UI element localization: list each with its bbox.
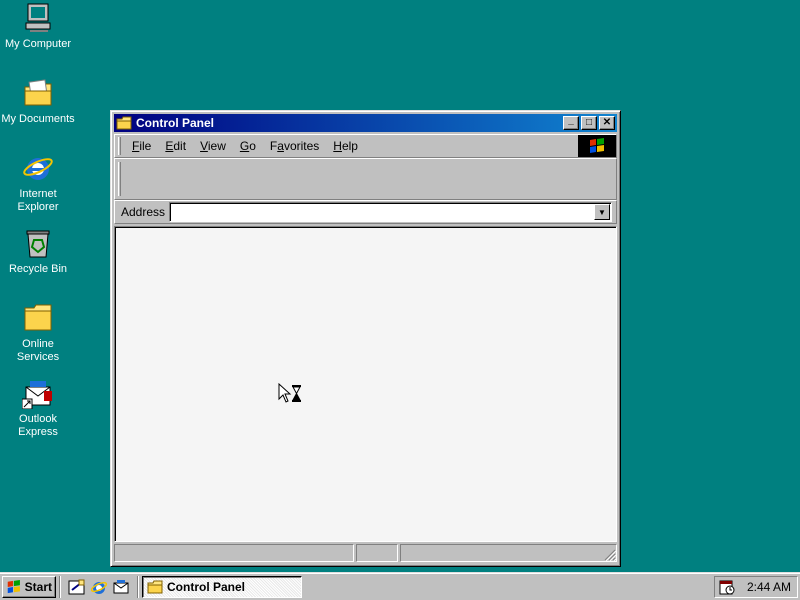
resize-grip-icon[interactable]: [604, 549, 616, 561]
menu-edit[interactable]: Edit: [158, 139, 193, 153]
start-button[interactable]: Start: [2, 575, 56, 598]
close-button[interactable]: ✕: [599, 116, 615, 130]
online-services-icon: [24, 304, 52, 331]
address-field[interactable]: ▼: [169, 202, 612, 222]
address-label: Address: [121, 205, 166, 219]
taskbar: Start Control Panel 2:44 AM: [0, 572, 800, 600]
recycle-bin-icon: [26, 230, 50, 258]
clock[interactable]: 2:44 AM: [747, 580, 791, 594]
status-cell-right: [400, 544, 617, 562]
internet-explorer-icon: [23, 158, 53, 180]
folder-icon: [147, 580, 163, 593]
windows-logo-icon: [578, 135, 616, 157]
title-bar[interactable]: Control Panel _ □ ✕: [114, 114, 617, 132]
desktop-icon-label: My Documents: [1, 113, 75, 125]
menu-file[interactable]: File: [125, 139, 158, 153]
start-label: Start: [24, 579, 52, 594]
close-icon: ✕: [602, 117, 612, 128]
system-tray: 2:44 AM: [714, 575, 798, 598]
desktop-icon-outlook-express[interactable]: Outlook Express: [0, 377, 76, 439]
scheduler-icon[interactable]: [719, 579, 735, 595]
desktop-icon-label: Online Services: [16, 338, 60, 363]
show-desktop-icon[interactable]: [68, 578, 86, 596]
folder-icon: [116, 116, 132, 130]
quick-launch: [68, 578, 130, 596]
desktop-icon-label: Outlook Express: [18, 413, 58, 438]
task-button-label: Control Panel: [167, 579, 246, 594]
address-input[interactable]: [171, 204, 594, 220]
desktop-icon-my-computer[interactable]: My Computer: [0, 2, 76, 51]
menu-grip[interactable]: [118, 137, 121, 155]
menu-favorites[interactable]: Favorites: [263, 139, 326, 153]
internet-explorer-icon[interactable]: [90, 578, 108, 596]
status-cell-middle: [356, 544, 398, 562]
desktop-icon-my-documents[interactable]: My Documents: [0, 77, 76, 126]
desktop-icon-label: My Computer: [4, 38, 72, 50]
desktop-icon-label: Internet Explorer: [17, 188, 59, 213]
menu-view[interactable]: View: [193, 139, 233, 153]
desktop-icon-internet-explorer[interactable]: Internet Explorer: [0, 152, 76, 214]
task-button-control-panel[interactable]: Control Panel: [142, 575, 302, 598]
toolbar-grip[interactable]: [118, 162, 121, 196]
desktop-icon-recycle-bin[interactable]: Recycle Bin: [0, 227, 76, 276]
menu-bar: File Edit View Go Favorites Help: [114, 134, 617, 158]
my-documents-icon: [24, 79, 52, 106]
busy-cursor-icon: [278, 383, 301, 403]
minimize-icon: _: [568, 115, 574, 126]
my-computer-icon: [25, 3, 51, 32]
window-title: Control Panel: [136, 116, 215, 130]
desktop-icon-online-services[interactable]: Online Services: [0, 302, 76, 364]
status-bar: [114, 544, 617, 564]
taskbar-separator: [59, 575, 61, 598]
maximize-icon: □: [585, 117, 593, 128]
control-panel-window: Control Panel _ □ ✕ File Edit View Go Fa…: [110, 110, 621, 567]
menu-go[interactable]: Go: [233, 139, 263, 153]
address-bar: Address ▼: [114, 200, 617, 224]
outlook-express-icon: [22, 381, 52, 409]
desktop-icon-label: Recycle Bin: [8, 263, 68, 275]
standard-toolbar: [114, 158, 617, 200]
menu-help[interactable]: Help: [326, 139, 365, 153]
address-dropdown-button[interactable]: ▼: [594, 204, 610, 220]
taskbar-separator: [137, 575, 139, 598]
minimize-button[interactable]: _: [563, 116, 579, 130]
folder-content-pane[interactable]: [114, 226, 617, 542]
windows-flag-icon: [7, 579, 20, 593]
dropdown-arrow-icon: ▼: [598, 207, 606, 217]
outlook-express-icon[interactable]: [112, 578, 130, 596]
status-cell-main: [114, 544, 354, 562]
maximize-button[interactable]: □: [581, 116, 597, 130]
